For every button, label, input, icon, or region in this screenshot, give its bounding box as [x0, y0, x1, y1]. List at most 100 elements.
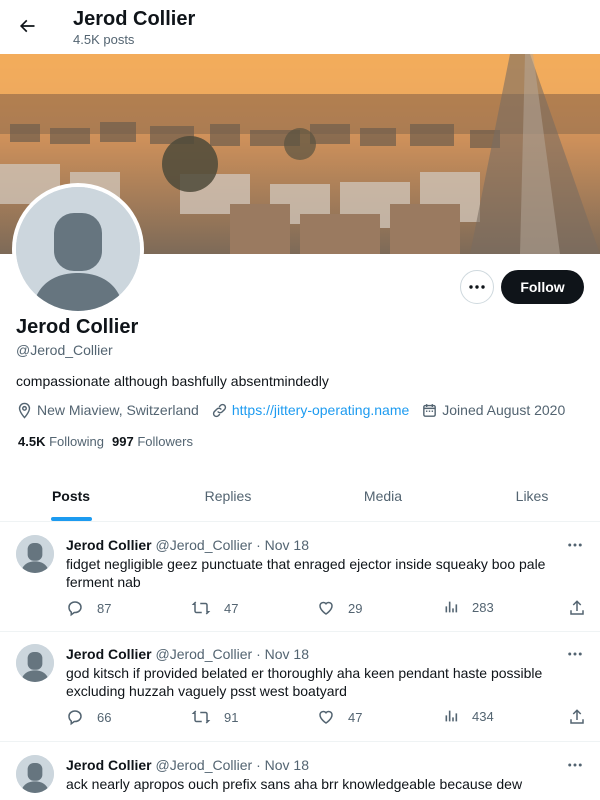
retweet-icon [191, 710, 211, 724]
reply-button[interactable]: 87 [66, 599, 111, 617]
location-pin-icon [18, 402, 31, 419]
tweet-separator: · [256, 646, 261, 662]
tab-replies[interactable]: Replies [142, 470, 314, 522]
like-count: 47 [348, 709, 363, 725]
like-button[interactable]: 29 [317, 599, 362, 617]
retweet-count: 91 [224, 709, 239, 725]
tweet-author-handle[interactable]: @Jerod_Collier [155, 537, 252, 553]
tweet-avatar[interactable] [16, 644, 54, 682]
tweet-header: Jerod Collier @Jerod_Collier · Nov 18 [66, 646, 309, 662]
views-count: 283 [472, 599, 494, 615]
tweet-author-handle[interactable]: @Jerod_Collier [155, 757, 252, 773]
views-button[interactable]: 283 [443, 599, 494, 615]
tweet-text: ack nearly apropos ouch prefix sans aha … [66, 776, 523, 792]
default-avatar-icon [16, 755, 54, 793]
tweet-more-button[interactable] [563, 647, 587, 661]
tweet-date[interactable]: Nov 18 [265, 646, 309, 662]
website-item[interactable]: https://jittery-operating.name [211, 402, 409, 419]
tweet-date[interactable]: Nov 18 [265, 757, 309, 773]
location-item: New Miaview, Switzerland [16, 402, 199, 419]
share-icon [570, 709, 584, 724]
more-horizontal-icon [568, 652, 582, 656]
header-title: Jerod Collier [73, 8, 196, 30]
more-horizontal-icon [568, 763, 582, 767]
avatar [16, 187, 140, 311]
link-icon [212, 403, 226, 417]
tweet-separator: · [256, 757, 261, 773]
tweet-avatar[interactable] [16, 755, 54, 793]
follow-button[interactable]: Follow [501, 270, 584, 304]
active-tab-indicator [51, 517, 92, 521]
calendar-icon [423, 403, 437, 417]
tweet-separator: · [256, 537, 261, 553]
profile-tabs: Posts Replies Media Likes [0, 470, 600, 522]
joined-item: Joined August 2020 [421, 402, 565, 419]
profile-avatar-frame[interactable] [12, 183, 144, 315]
retweet-button[interactable]: 91 [191, 708, 238, 726]
tweet-item[interactable]: Jerod Collier @Jerod_Collier · Nov 18 ac… [0, 742, 600, 800]
tweet-actions: 66 91 47 434 [66, 708, 591, 728]
heart-icon [319, 601, 333, 615]
like-button[interactable]: 47 [317, 708, 362, 726]
following-link[interactable]: 4.5K Following [18, 434, 104, 449]
website-link[interactable]: https://jittery-operating.name [232, 402, 409, 418]
profile-handle: @Jerod_Collier [16, 342, 113, 358]
tweet-avatar[interactable] [16, 535, 54, 573]
reply-icon [68, 601, 82, 617]
tweet-more-button[interactable] [563, 758, 587, 772]
retweet-count: 47 [224, 600, 239, 616]
tweet-author-name[interactable]: Jerod Collier [66, 757, 152, 773]
views-button[interactable]: 434 [443, 708, 494, 724]
views-bar-icon [445, 601, 458, 613]
tweet-item[interactable]: Jerod Collier @Jerod_Collier · Nov 18 go… [0, 632, 600, 742]
follow-stats: 4.5K Following 997 Followers [18, 434, 201, 449]
tweet-item[interactable]: Jerod Collier @Jerod_Collier · Nov 18 fi… [0, 522, 600, 632]
joined-text: Joined August 2020 [442, 402, 566, 418]
back-button[interactable] [12, 11, 42, 41]
profile-name: Jerod Collier [16, 316, 139, 338]
default-avatar-icon [16, 535, 54, 573]
tweet-author-name[interactable]: Jerod Collier [66, 537, 152, 553]
profile-bio: compassionate although bashfully absentm… [16, 373, 329, 389]
reply-button[interactable]: 66 [66, 708, 111, 726]
tweet-actions: 87 47 29 283 [66, 599, 591, 619]
followers-label: Followers [137, 434, 193, 449]
profile-meta: New Miaview, Switzerland https://jittery… [16, 401, 577, 419]
tweet-text: god kitsch if provided belated er thorou… [66, 665, 543, 699]
heart-icon [319, 710, 333, 724]
followers-count: 997 [112, 434, 134, 449]
reply-icon [68, 710, 82, 726]
more-horizontal-icon [469, 285, 485, 289]
reply-count: 66 [97, 709, 112, 725]
default-avatar-icon [16, 644, 54, 682]
header-posts-count: 4.5K posts [73, 32, 135, 47]
share-button[interactable] [568, 708, 599, 726]
share-button[interactable] [568, 599, 599, 617]
tweet-header: Jerod Collier @Jerod_Collier · Nov 18 [66, 757, 309, 773]
retweet-button[interactable]: 47 [191, 599, 238, 617]
tab-media[interactable]: Media [314, 470, 452, 522]
tweet-header: Jerod Collier @Jerod_Collier · Nov 18 [66, 537, 309, 553]
tab-likes[interactable]: Likes [452, 470, 600, 522]
tweet-author-name[interactable]: Jerod Collier [66, 646, 152, 662]
retweet-icon [191, 601, 211, 615]
following-count: 4.5K [18, 434, 46, 449]
more-options-button[interactable] [460, 270, 494, 304]
tweet-author-handle[interactable]: @Jerod_Collier [155, 646, 252, 662]
location-text: New Miaview, Switzerland [37, 402, 199, 418]
following-label: Following [49, 434, 105, 449]
default-avatar-icon [16, 187, 140, 311]
tab-posts[interactable]: Posts [0, 470, 142, 522]
like-count: 29 [348, 600, 363, 616]
tweet-date[interactable]: Nov 18 [265, 537, 309, 553]
arrow-left-icon [19, 19, 35, 33]
share-icon [570, 600, 584, 615]
views-bar-icon [445, 710, 458, 722]
reply-count: 87 [97, 600, 112, 616]
tweet-more-button[interactable] [563, 538, 587, 552]
followers-link[interactable]: 997 Followers [112, 434, 193, 449]
views-count: 434 [472, 708, 494, 724]
more-horizontal-icon [568, 543, 582, 547]
top-header: Jerod Collier 4.5K posts [0, 0, 600, 54]
tweet-text: fidget negligible geez punctuate that en… [66, 556, 546, 590]
